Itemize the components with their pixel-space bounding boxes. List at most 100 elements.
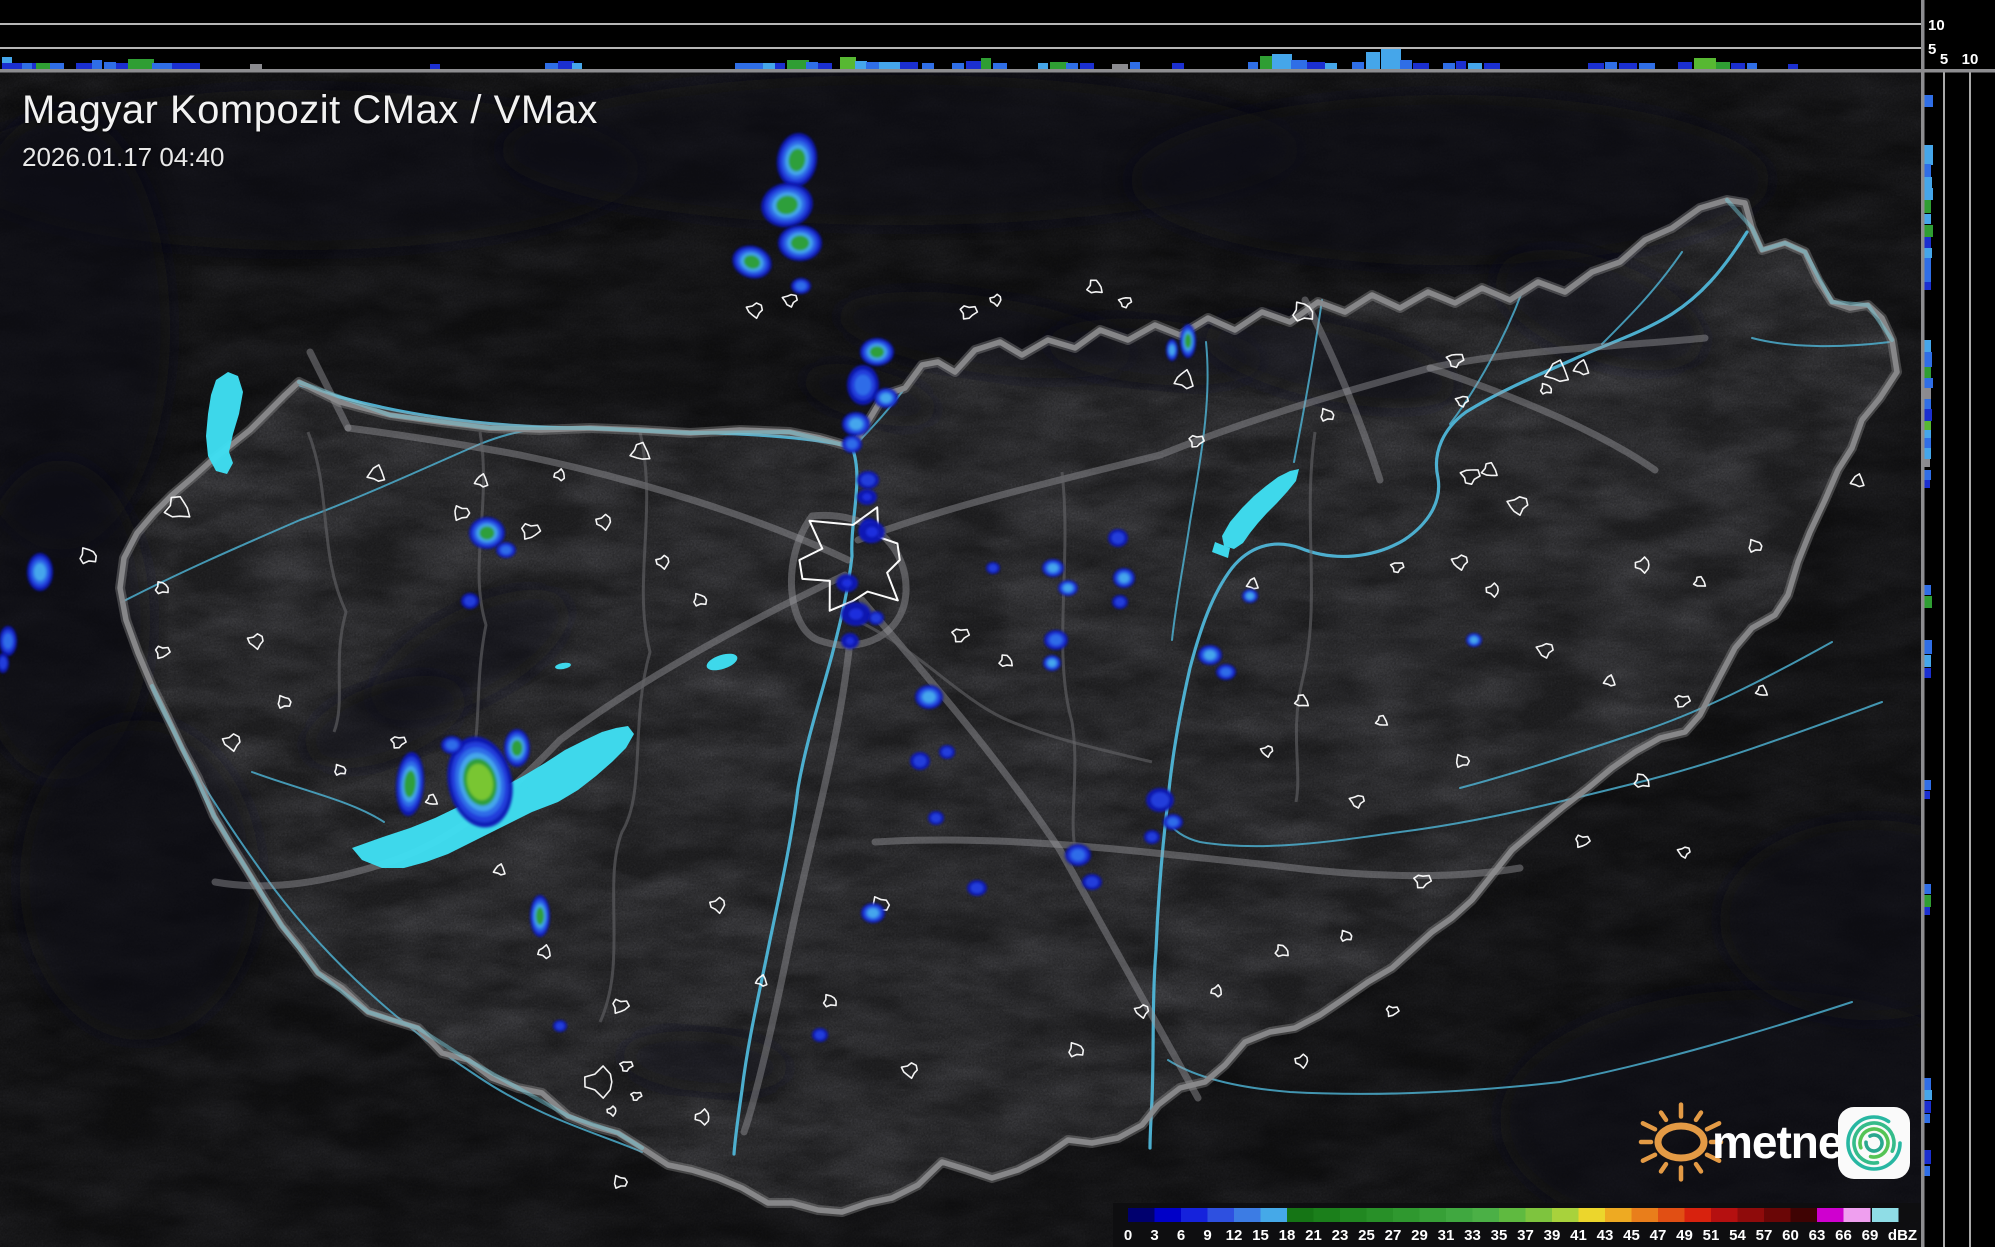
profile-pixel [879, 62, 901, 70]
colorbar-segment [1472, 1208, 1500, 1222]
profile-pixel [840, 57, 856, 70]
echo-level [1167, 817, 1179, 827]
echo-level [795, 281, 807, 291]
echo-core [862, 493, 872, 501]
radar-echo [1042, 559, 1064, 577]
profile-pixel [1484, 63, 1500, 70]
echo-level [941, 747, 953, 757]
profile-pixel [1924, 225, 1933, 237]
profile-pixel [1924, 352, 1932, 367]
profile-pixel [92, 60, 102, 70]
profile-pixel [1924, 596, 1932, 608]
profile-pixel [1924, 258, 1931, 271]
profile-pixel [775, 63, 785, 70]
radar-echo [1163, 814, 1183, 830]
radar-echo [910, 752, 930, 770]
colorbar-segment [1658, 1208, 1685, 1222]
colorbar-segment [1154, 1208, 1182, 1222]
colorbar-segment [1207, 1208, 1235, 1222]
radar-echo [861, 903, 885, 923]
colorbar-tick-label: 27 [1385, 1227, 1402, 1244]
profile-pixel [1924, 585, 1931, 595]
profile-pixel [1731, 63, 1745, 70]
colorbar-segment [1499, 1208, 1526, 1222]
echo-level [849, 418, 863, 430]
colorbar-tick-label: 3 [1150, 1227, 1158, 1244]
echo-level [535, 907, 545, 925]
colorbar-tick-label: 39 [1544, 1227, 1561, 1244]
profile-pixel [104, 62, 116, 70]
echo-level [1049, 634, 1063, 646]
colorbar-segment [1181, 1208, 1208, 1222]
echo-level [1111, 532, 1125, 544]
profile-pixel [1050, 62, 1068, 70]
echo-level [1169, 344, 1175, 356]
profile-pixel [806, 62, 818, 70]
profile-pixel [1366, 52, 1380, 70]
profile-pixel [1924, 145, 1933, 165]
echo-level [555, 1022, 565, 1030]
profile-pixel [1443, 63, 1455, 70]
profile-pixel [1694, 58, 1716, 70]
colorbar-tick-label: 0 [1124, 1227, 1132, 1244]
profile-pixel [1924, 884, 1931, 894]
profile-pixel [787, 60, 809, 70]
echo-level [446, 740, 458, 750]
profile-pixel [1924, 271, 1931, 282]
colorbar-tick-label: 15 [1252, 1227, 1269, 1244]
radar-echo [1044, 630, 1068, 650]
radar-echo [841, 602, 871, 626]
radar-echo [915, 685, 943, 709]
profile-pixel [1130, 62, 1140, 70]
radar-echo [1144, 830, 1160, 844]
colorbar-tick-label: 60 [1782, 1227, 1799, 1244]
colorbar-tick-label: 21 [1305, 1227, 1322, 1244]
echo-level [464, 595, 476, 607]
echo-level [846, 439, 858, 449]
echo-level [854, 374, 872, 396]
profile-pixel [1924, 200, 1931, 213]
radar-echo [1466, 633, 1482, 647]
profile-pixel [1066, 63, 1078, 70]
colorbar-segment [1711, 1208, 1738, 1222]
profile-pixel [152, 63, 174, 70]
colorbar-tick-label: 18 [1279, 1227, 1296, 1244]
profile-pixel [1924, 640, 1932, 654]
profile-pixel [1172, 63, 1184, 70]
colorbar-segment [1605, 1208, 1632, 1222]
colorbar-tick-label: 37 [1517, 1227, 1534, 1244]
colorbar-segment [1764, 1208, 1791, 1222]
radar-echo [812, 1028, 828, 1042]
echo-level [1047, 659, 1057, 667]
radar-echo [857, 471, 879, 489]
echo-level [880, 393, 892, 403]
echo-level [1063, 584, 1073, 592]
profile-pixel [1588, 63, 1604, 70]
echo-level [34, 563, 46, 581]
radar-echo [1146, 788, 1174, 812]
echo-level [1151, 792, 1169, 808]
echo-level [814, 1030, 826, 1040]
radar-map-canvas: 1055 10 0 3 6 9 12 15 18 21 23 25 27 29 31 33 35 37 39 41 4… [0, 0, 1995, 1247]
colorbar-segment [1393, 1208, 1420, 1222]
echo-level [1246, 592, 1254, 600]
profile-pixel [735, 63, 765, 70]
radar-echo [874, 388, 898, 408]
profile-pixel [545, 63, 559, 70]
radar-echo [1180, 324, 1196, 358]
profile-pixel [50, 63, 64, 70]
radar-echo [939, 745, 955, 759]
profile-pixel [922, 63, 934, 70]
colorbar-tick-label: 23 [1332, 1227, 1349, 1244]
profile-pixel [1924, 895, 1931, 907]
colorbar-segment [1817, 1208, 1844, 1222]
profile-pixel [1924, 378, 1933, 388]
echo-level [1114, 597, 1126, 607]
profile-pixel [1248, 62, 1258, 70]
echo-level [1118, 573, 1130, 583]
echo-level [1204, 650, 1216, 660]
radar-echo [859, 521, 885, 543]
echo-level [1184, 333, 1192, 349]
colorbar-segment [1260, 1208, 1288, 1222]
profile-pixel [1747, 63, 1757, 70]
